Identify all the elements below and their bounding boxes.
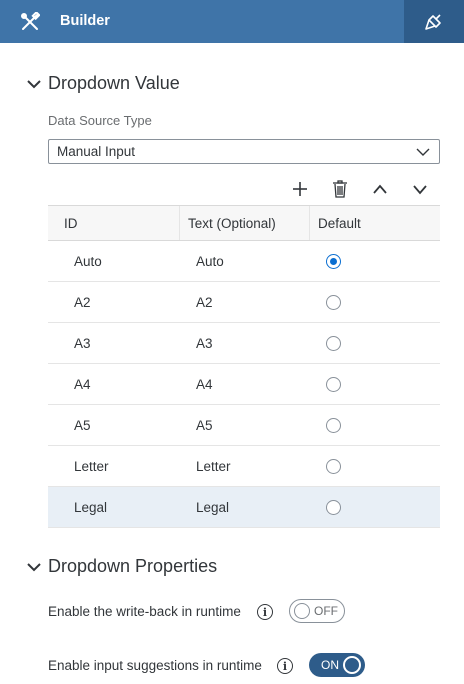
cell-default	[310, 405, 440, 445]
section-title: Dropdown Properties	[48, 556, 218, 576]
table-row[interactable]: A4 A4	[48, 364, 440, 405]
switch-knob	[343, 656, 361, 674]
switch-state: ON	[321, 658, 339, 672]
cell-text: A2	[196, 294, 213, 310]
input-suggestions-switch[interactable]: ON	[309, 653, 365, 677]
chevron-down-icon	[27, 79, 41, 88]
data-source-type-select[interactable]: Manual Input	[48, 139, 440, 164]
write-back-label: Enable the write-back in runtime	[48, 604, 241, 619]
table-row[interactable]: Auto Auto	[48, 241, 440, 282]
info-icon[interactable]: i	[257, 604, 273, 620]
paintbrush-icon	[425, 13, 441, 30]
column-header-text[interactable]: Text (Optional)	[180, 206, 310, 240]
cell-default	[310, 241, 440, 281]
cell-id: Legal	[74, 499, 108, 515]
cell-text: A5	[196, 417, 213, 433]
write-back-switch[interactable]: OFF	[289, 599, 345, 623]
column-header-default[interactable]: Default	[310, 206, 440, 240]
tools-icon	[21, 12, 40, 30]
cell-default	[310, 323, 440, 363]
cell-id: Auto	[74, 253, 102, 269]
table-row[interactable]: A3 A3	[48, 323, 440, 364]
move-down-button[interactable]	[406, 176, 434, 202]
chevron-down-icon	[416, 148, 430, 156]
data-source-type-label: Data Source Type	[48, 113, 152, 128]
cell-id: A2	[74, 294, 91, 310]
cell-default	[310, 446, 440, 486]
default-radio[interactable]	[326, 253, 341, 269]
cell-text: Letter	[196, 458, 231, 474]
table-row[interactable]: Legal Legal	[48, 487, 440, 528]
delete-row-button[interactable]	[326, 176, 354, 202]
default-radio[interactable]	[326, 499, 341, 515]
column-header-id[interactable]: ID	[48, 206, 180, 240]
chevron-down-icon	[413, 185, 427, 195]
switch-knob	[294, 603, 310, 619]
plus-icon	[293, 182, 307, 196]
default-radio[interactable]	[326, 417, 341, 433]
cell-text: Auto	[196, 253, 224, 269]
styling-tab-button[interactable]	[404, 0, 464, 43]
builder-header: Builder	[0, 0, 464, 43]
dropdown-value-section-toggle[interactable]: Dropdown Value	[26, 73, 180, 94]
default-radio[interactable]	[326, 376, 341, 392]
panel-title: Builder	[60, 13, 110, 29]
info-icon[interactable]: i	[277, 658, 293, 674]
dropdown-properties-section-toggle[interactable]: Dropdown Properties	[26, 556, 217, 577]
add-row-button[interactable]	[286, 176, 314, 202]
dropdown-values-table: ID Text (Optional) Default Auto Auto A2 …	[48, 205, 440, 528]
cell-id: A4	[74, 376, 91, 392]
select-value: Manual Input	[57, 144, 136, 159]
table-toolbar	[284, 176, 440, 202]
cell-default	[310, 364, 440, 404]
table-row[interactable]: A5 A5	[48, 405, 440, 446]
default-radio[interactable]	[326, 458, 341, 474]
move-up-button[interactable]	[366, 176, 394, 202]
switch-state: OFF	[314, 604, 338, 618]
cell-text: A3	[196, 335, 213, 351]
cell-id: A5	[74, 417, 91, 433]
cell-text: A4	[196, 376, 213, 392]
cell-id: A3	[74, 335, 91, 351]
section-title: Dropdown Value	[48, 73, 180, 93]
cell-default	[310, 282, 440, 322]
cell-id: Letter	[74, 458, 109, 474]
cell-text: Legal	[196, 499, 230, 515]
default-radio[interactable]	[326, 294, 341, 310]
cell-default	[310, 487, 440, 527]
chevron-down-icon	[27, 562, 41, 571]
default-radio[interactable]	[326, 335, 341, 351]
trash-icon	[333, 180, 347, 198]
table-row[interactable]: Letter Letter	[48, 446, 440, 487]
chevron-up-icon	[373, 184, 387, 194]
table-row[interactable]: A2 A2	[48, 282, 440, 323]
input-suggestions-label: Enable input suggestions in runtime	[48, 658, 262, 673]
table-header: ID Text (Optional) Default	[48, 205, 440, 241]
